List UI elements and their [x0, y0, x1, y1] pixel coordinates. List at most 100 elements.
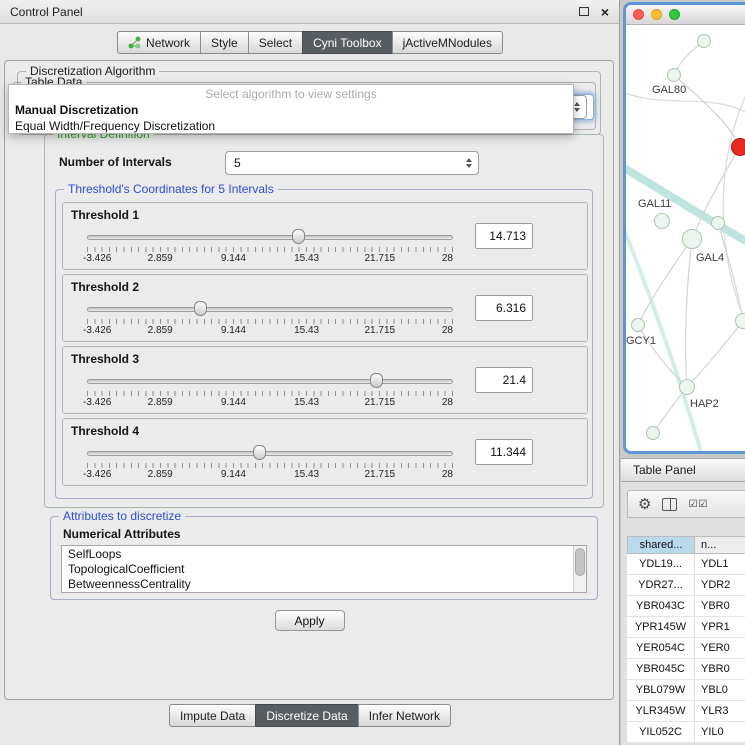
node-table: shared... n... YDL19...YDL1YDR27...YDR2Y…	[627, 536, 745, 743]
table-cell: YLR345W	[627, 701, 695, 721]
threshold-slider[interactable]: -3.4262.8599.14415.4321.71528	[87, 443, 453, 483]
scale-label: 28	[442, 469, 453, 480]
slider-thumb[interactable]	[370, 373, 383, 388]
network-node[interactable]	[654, 213, 670, 229]
slider-track[interactable]	[87, 235, 453, 240]
scale-label: 15.43	[294, 469, 319, 480]
scale-label: -3.426	[83, 397, 111, 408]
scale-label: 21.715	[365, 253, 396, 264]
network-node[interactable]	[697, 34, 711, 48]
network-node[interactable]	[646, 426, 660, 440]
table-cell: YBR045C	[627, 659, 695, 679]
network-window-titlebar	[626, 5, 745, 25]
attribute-item[interactable]: BetweennessCentrality	[62, 577, 573, 592]
top-tab-bar: Network Style Select Cyni Toolbox jActiv…	[0, 31, 620, 54]
tab-impute-data[interactable]: Impute Data	[169, 704, 256, 727]
slider-thumb[interactable]	[292, 229, 305, 244]
dropdown-item-equal-width-frequency[interactable]: Equal Width/Frequency Discretization	[9, 118, 573, 134]
table-row[interactable]: YIL052CYIL0	[627, 722, 745, 743]
threshold-box: Threshold 2 6.316 -3.4262.8599.14415.432…	[62, 274, 588, 342]
network-node[interactable]	[735, 313, 745, 329]
columns-icon[interactable]	[662, 498, 677, 511]
table-cell: YBR043C	[627, 596, 695, 616]
minimize-traffic-light-icon[interactable]	[651, 9, 662, 20]
threshold-slider[interactable]: -3.4262.8599.14415.4321.71528	[87, 299, 453, 339]
attribute-item[interactable]: SelfLoops	[62, 547, 573, 562]
scale-label: 28	[442, 397, 453, 408]
close-icon[interactable]: ×	[601, 5, 609, 19]
scale-label: 28	[442, 325, 453, 336]
table-cell: YPR1	[695, 617, 745, 637]
close-traffic-light-icon[interactable]	[633, 9, 644, 20]
threshold-value-field[interactable]: 6.316	[475, 295, 533, 321]
network-canvas[interactable]: GAL80GAL11GAL4GCY1HAP2	[626, 25, 745, 451]
node-label: GCY1	[626, 335, 656, 347]
scrollbar-thumb[interactable]	[575, 548, 585, 576]
table-row[interactable]: YDL19...YDL1	[627, 554, 745, 575]
control-panel-title: Control Panel	[10, 5, 83, 19]
slider-thumb[interactable]	[253, 445, 266, 460]
apply-button[interactable]: Apply	[275, 610, 345, 631]
tab-label: Infer Network	[369, 709, 440, 723]
column-header-shared-name[interactable]: shared...	[627, 536, 695, 554]
dropdown-item-manual-discretization[interactable]: Manual Discretization	[9, 102, 573, 118]
table-cell: YBR0	[695, 596, 745, 616]
network-node-selected[interactable]	[731, 138, 745, 156]
threshold-slider[interactable]: -3.4262.8599.14415.4321.71528	[87, 371, 453, 411]
column-header-name[interactable]: n...	[695, 536, 745, 554]
tab-network[interactable]: Network	[117, 31, 201, 54]
tab-jactivemnodules[interactable]: jActiveMNodules	[392, 31, 503, 54]
slider-track[interactable]	[87, 307, 453, 312]
table-row[interactable]: YBL079WYBL0	[627, 680, 745, 701]
scale-label: 9.144	[221, 469, 246, 480]
thresholds-group: Threshold's Coordinates for 5 Intervals …	[55, 189, 593, 499]
table-row[interactable]: YBR045CYBR0	[627, 659, 745, 680]
threshold-slider[interactable]: -3.4262.8599.14415.4321.71528	[87, 227, 453, 267]
checkbox-filter-icon[interactable]: ☑☑	[688, 499, 708, 510]
table-panel-title: Table Panel	[633, 463, 696, 477]
scale-label: 21.715	[365, 469, 396, 480]
network-node[interactable]	[679, 379, 695, 395]
slider-ticks	[87, 463, 453, 468]
network-node[interactable]	[682, 229, 702, 249]
gear-icon[interactable]: ⚙	[638, 497, 651, 512]
threshold-value-field[interactable]: 11.344	[475, 439, 533, 465]
tab-style[interactable]: Style	[200, 31, 249, 54]
slider-scale-labels: -3.4262.8599.14415.4321.71528	[87, 325, 453, 337]
zoom-traffic-light-icon[interactable]	[669, 9, 680, 20]
node-label: GAL80	[652, 84, 686, 96]
slider-track[interactable]	[87, 379, 453, 384]
numerical-attributes-list[interactable]: SelfLoopsTopologicalCoefficientBetweenne…	[61, 545, 587, 593]
list-scrollbar[interactable]	[573, 546, 586, 592]
table-cell: YER0	[695, 638, 745, 658]
tab-label: Select	[259, 36, 292, 50]
table-row[interactable]: YLR345WYLR3	[627, 701, 745, 722]
table-cell: YDL1	[695, 554, 745, 574]
scale-label: -3.426	[83, 469, 111, 480]
tab-discretize-data[interactable]: Discretize Data	[255, 704, 358, 727]
node-label: GAL4	[696, 252, 724, 264]
number-of-intervals-combobox[interactable]: 5	[225, 151, 479, 175]
tab-cyni-toolbox[interactable]: Cyni Toolbox	[302, 31, 392, 54]
float-window-icon[interactable]	[579, 7, 589, 16]
tab-label: Impute Data	[180, 709, 245, 723]
node-label: GAL11	[638, 198, 671, 210]
slider-scale-labels: -3.4262.8599.14415.4321.71528	[87, 397, 453, 409]
tab-infer-network[interactable]: Infer Network	[358, 704, 451, 727]
threshold-box: Threshold 4 11.344 -3.4262.8599.14415.43…	[62, 418, 588, 486]
network-node[interactable]	[667, 68, 681, 82]
network-node[interactable]	[631, 318, 645, 332]
table-row[interactable]: YDR27...YDR2	[627, 575, 745, 596]
combo-arrows-icon	[574, 102, 580, 112]
table-row[interactable]: YBR043CYBR0	[627, 596, 745, 617]
threshold-value-field[interactable]: 14.713	[475, 223, 533, 249]
table-row[interactable]: YER054CYER0	[627, 638, 745, 659]
slider-thumb[interactable]	[194, 301, 207, 316]
network-node[interactable]	[711, 216, 725, 230]
attributes-group: Attributes to discretize Numerical Attri…	[50, 516, 598, 600]
tab-select[interactable]: Select	[248, 31, 303, 54]
attribute-item[interactable]: TopologicalCoefficient	[62, 562, 573, 577]
slider-track[interactable]	[87, 451, 453, 456]
table-row[interactable]: YPR145WYPR1	[627, 617, 745, 638]
threshold-value-field[interactable]: 21.4	[475, 367, 533, 393]
